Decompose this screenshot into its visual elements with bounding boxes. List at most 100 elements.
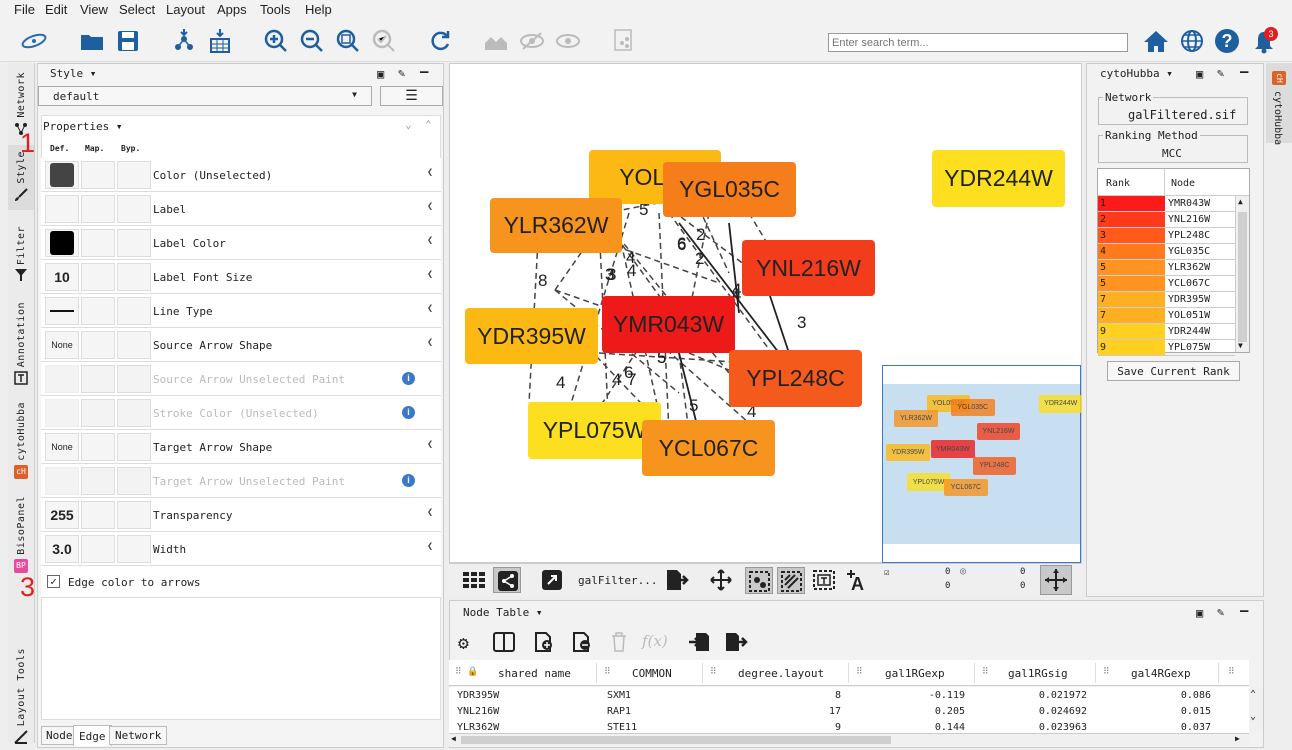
menu-edit[interactable]: Edit [45,2,67,17]
default-value-cell[interactable]: None [45,331,79,359]
default-value-cell[interactable]: 10 [45,263,79,291]
import-table-data-icon[interactable] [688,632,710,655]
bypass-cell[interactable] [117,195,151,223]
table-cell[interactable]: 0.023963 [1039,722,1087,733]
property-row[interactable]: Color (Unselected) ❮ [41,158,441,192]
default-value-cell[interactable] [45,229,79,257]
default-value-cell[interactable]: 3.0 [45,535,79,563]
rank-row[interactable]: 7 YOL051W [1098,308,1235,324]
scroll-left-icon[interactable]: ◀ [451,734,456,743]
expand-all-icon[interactable]: ⌃ [425,118,432,131]
export-table-icon[interactable] [724,632,748,655]
property-row[interactable]: Line Type ❮ [41,294,441,328]
trash-icon[interactable] [610,632,628,655]
table-cell[interactable]: 0.205 [935,706,965,717]
bypass-cell[interactable] [117,161,151,189]
table-cell[interactable]: 8 [835,690,841,701]
col-rank[interactable]: Rank [1106,178,1130,189]
table-settings-gear-icon[interactable]: ⚙ [458,633,469,654]
bypass-cell[interactable] [117,229,151,257]
column-header[interactable]: COMMON [632,667,672,680]
pan-mode-icon[interactable] [710,569,732,594]
property-row[interactable]: Label Color ❮ [41,226,441,260]
zoom-selected-icon[interactable] [370,27,398,55]
select-edges-toggle[interactable] [777,567,805,594]
tab-annotation[interactable]: Annotation [8,302,34,385]
table-cell[interactable]: 0.144 [935,722,965,733]
mapping-cell[interactable] [81,535,115,563]
table-cell[interactable]: YNL216W [457,706,499,717]
property-row[interactable]: Label ❮ [41,192,441,226]
add-column-icon[interactable] [534,632,554,655]
style-options-menu-button[interactable]: ☰ [380,86,443,106]
column-header[interactable]: gal1RGsig [1008,667,1068,680]
expand-property-icon[interactable]: ❮ [427,337,433,348]
scroll-down-icon[interactable]: ⌄ [1250,711,1256,722]
default-value-cell[interactable] [45,161,79,189]
bypass-cell[interactable] [117,501,151,529]
expand-property-icon[interactable]: ❮ [427,541,433,552]
hide-selected-icon[interactable] [518,27,546,55]
table-cell[interactable]: STE11 [607,722,637,733]
table-cell[interactable]: SXM1 [607,690,631,701]
column-header[interactable]: gal1RGexp [885,667,945,680]
network-node-ygl035c[interactable]: YGL035C [663,162,796,217]
property-row[interactable]: None Target Arrow Shape ❮ [41,430,441,464]
table-vertical-scrollbar[interactable]: ⌃ ⌄ [1249,687,1262,733]
table-cell[interactable]: 0.086 [1181,690,1211,701]
bypass-cell[interactable] [117,365,151,393]
grid-view-icon[interactable] [462,570,486,593]
network-node-ylr362w[interactable]: YLR362W [490,198,622,253]
cytoscape-logo-icon[interactable] [20,27,48,55]
property-row[interactable]: Stroke Color (Unselected) i [41,396,441,430]
default-value-cell[interactable] [45,399,79,427]
menu-view[interactable]: View [80,2,108,17]
select-nodes-toggle[interactable] [745,567,773,594]
rank-row[interactable]: 7 YDR395W [1098,292,1235,308]
table-horizontal-scrollbar[interactable]: ◀ ▶ [449,733,1249,746]
zoom-fit-icon[interactable] [334,27,362,55]
menu-tools[interactable]: Tools [260,2,290,17]
expand-property-icon[interactable]: ❮ [427,269,433,280]
column-drag-icon[interactable]: ⠿ [856,667,863,677]
import-table-icon[interactable] [206,27,234,55]
default-value-cell[interactable] [45,365,79,393]
default-value-cell[interactable]: 255 [45,501,79,529]
info-icon[interactable]: i [402,372,415,385]
rank-row[interactable]: 1 YMR043W [1098,196,1235,212]
expand-property-icon[interactable]: ❮ [427,167,433,178]
panel-float-icon[interactable]: ▣ [1196,67,1203,81]
expand-property-icon[interactable]: ❮ [427,303,433,314]
rank-row[interactable]: 5 YCL067C [1098,276,1235,292]
table-cell[interactable]: 17 [829,706,841,717]
bypass-cell[interactable] [117,263,151,291]
column-drag-icon[interactable]: ⠿ 🔒 [455,667,478,677]
tab-cytohubba-left[interactable]: cytoHubba cH [8,402,34,479]
tab-network-style[interactable]: Network [109,726,168,745]
property-row[interactable]: None Source Arrow Shape ❮ [41,328,441,362]
import-network-icon[interactable] [170,27,198,55]
network-node-ynl216w[interactable]: YNL216W [742,240,875,296]
panel-float-icon[interactable]: ▣ [377,67,384,81]
rank-scrollbar-thumb[interactable] [1238,212,1247,342]
rank-row[interactable]: 3 YPL248C [1098,228,1235,244]
col-node[interactable]: Node [1171,178,1195,189]
network-node-ydr395w[interactable]: YDR395W [465,308,598,364]
network-node-ycl067c[interactable]: YCL067C [642,420,775,476]
property-row[interactable]: 255 Transparency ❮ [41,498,441,532]
zoom-in-icon[interactable] [262,27,290,55]
menu-file[interactable]: File [14,2,35,17]
default-value-cell[interactable] [45,297,79,325]
network-node-ydr244w[interactable]: YDR244W [932,150,1065,207]
info-icon[interactable]: i [402,406,415,419]
select-annotations-icon[interactable] [812,569,836,594]
column-drag-icon[interactable]: ⠿ [604,667,611,677]
bypass-cell[interactable] [117,433,151,461]
mapping-cell[interactable] [81,331,115,359]
property-row[interactable]: 10 Label Font Size ❮ [41,260,441,294]
first-neighbors-icon[interactable] [482,27,510,55]
new-network-from-selection-icon[interactable] [610,27,638,55]
detach-view-icon[interactable] [541,569,563,594]
panel-minimize-icon[interactable]: – [1240,64,1248,80]
style-panel-title[interactable]: Style ▾ [50,67,96,80]
